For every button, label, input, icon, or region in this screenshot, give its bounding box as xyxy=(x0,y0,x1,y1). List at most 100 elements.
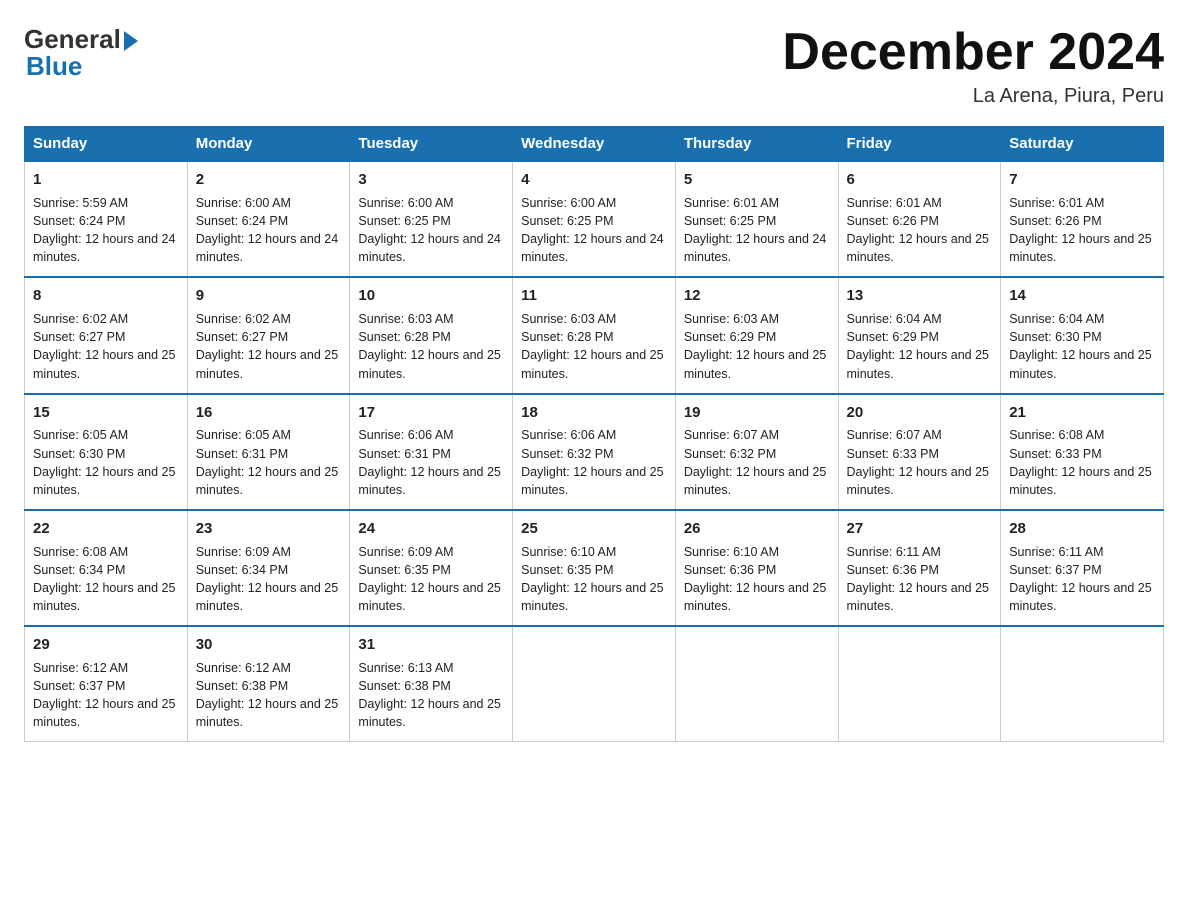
day-info: Sunrise: 6:10 AMSunset: 6:36 PMDaylight:… xyxy=(684,545,826,613)
day-info: Sunrise: 6:12 AMSunset: 6:38 PMDaylight:… xyxy=(196,661,338,729)
table-row: 18 Sunrise: 6:06 AMSunset: 6:32 PMDaylig… xyxy=(513,394,676,510)
table-row: 22 Sunrise: 6:08 AMSunset: 6:34 PMDaylig… xyxy=(25,510,188,626)
day-info: Sunrise: 6:04 AMSunset: 6:29 PMDaylight:… xyxy=(847,312,989,380)
table-row: 28 Sunrise: 6:11 AMSunset: 6:37 PMDaylig… xyxy=(1001,510,1164,626)
day-info: Sunrise: 6:03 AMSunset: 6:29 PMDaylight:… xyxy=(684,312,826,380)
day-number: 18 xyxy=(521,402,667,424)
table-row xyxy=(675,626,838,742)
calendar-week-row: 29 Sunrise: 6:12 AMSunset: 6:37 PMDaylig… xyxy=(25,626,1164,742)
table-row: 27 Sunrise: 6:11 AMSunset: 6:36 PMDaylig… xyxy=(838,510,1001,626)
day-number: 14 xyxy=(1009,285,1155,307)
table-row: 21 Sunrise: 6:08 AMSunset: 6:33 PMDaylig… xyxy=(1001,394,1164,510)
day-number: 3 xyxy=(358,169,504,191)
table-row: 16 Sunrise: 6:05 AMSunset: 6:31 PMDaylig… xyxy=(187,394,350,510)
day-info: Sunrise: 6:09 AMSunset: 6:34 PMDaylight:… xyxy=(196,545,338,613)
day-info: Sunrise: 6:00 AMSunset: 6:24 PMDaylight:… xyxy=(196,196,338,264)
table-row: 3 Sunrise: 6:00 AMSunset: 6:25 PMDayligh… xyxy=(350,161,513,277)
day-info: Sunrise: 6:01 AMSunset: 6:26 PMDaylight:… xyxy=(847,196,989,264)
header-saturday: Saturday xyxy=(1001,127,1164,162)
day-info: Sunrise: 6:11 AMSunset: 6:37 PMDaylight:… xyxy=(1009,545,1151,613)
day-info: Sunrise: 6:08 AMSunset: 6:33 PMDaylight:… xyxy=(1009,428,1151,496)
day-number: 16 xyxy=(196,402,342,424)
day-number: 7 xyxy=(1009,169,1155,191)
day-number: 30 xyxy=(196,634,342,656)
day-info: Sunrise: 6:06 AMSunset: 6:32 PMDaylight:… xyxy=(521,428,663,496)
day-number: 1 xyxy=(33,169,179,191)
day-info: Sunrise: 6:03 AMSunset: 6:28 PMDaylight:… xyxy=(358,312,500,380)
day-number: 27 xyxy=(847,518,993,540)
day-info: Sunrise: 6:02 AMSunset: 6:27 PMDaylight:… xyxy=(196,312,338,380)
table-row: 26 Sunrise: 6:10 AMSunset: 6:36 PMDaylig… xyxy=(675,510,838,626)
day-info: Sunrise: 6:10 AMSunset: 6:35 PMDaylight:… xyxy=(521,545,663,613)
day-number: 28 xyxy=(1009,518,1155,540)
day-number: 8 xyxy=(33,285,179,307)
table-row xyxy=(513,626,676,742)
day-info: Sunrise: 6:05 AMSunset: 6:31 PMDaylight:… xyxy=(196,428,338,496)
table-row: 17 Sunrise: 6:06 AMSunset: 6:31 PMDaylig… xyxy=(350,394,513,510)
table-row: 4 Sunrise: 6:00 AMSunset: 6:25 PMDayligh… xyxy=(513,161,676,277)
day-number: 31 xyxy=(358,634,504,656)
header-friday: Friday xyxy=(838,127,1001,162)
day-info: Sunrise: 6:04 AMSunset: 6:30 PMDaylight:… xyxy=(1009,312,1151,380)
day-info: Sunrise: 5:59 AMSunset: 6:24 PMDaylight:… xyxy=(33,196,175,264)
day-number: 10 xyxy=(358,285,504,307)
calendar-table: Sunday Monday Tuesday Wednesday Thursday… xyxy=(24,126,1164,742)
table-row: 13 Sunrise: 6:04 AMSunset: 6:29 PMDaylig… xyxy=(838,277,1001,393)
day-number: 19 xyxy=(684,402,830,424)
day-info: Sunrise: 6:12 AMSunset: 6:37 PMDaylight:… xyxy=(33,661,175,729)
calendar-week-row: 8 Sunrise: 6:02 AMSunset: 6:27 PMDayligh… xyxy=(25,277,1164,393)
calendar-week-row: 22 Sunrise: 6:08 AMSunset: 6:34 PMDaylig… xyxy=(25,510,1164,626)
table-row: 24 Sunrise: 6:09 AMSunset: 6:35 PMDaylig… xyxy=(350,510,513,626)
day-number: 13 xyxy=(847,285,993,307)
table-row: 10 Sunrise: 6:03 AMSunset: 6:28 PMDaylig… xyxy=(350,277,513,393)
table-row: 15 Sunrise: 6:05 AMSunset: 6:30 PMDaylig… xyxy=(25,394,188,510)
day-info: Sunrise: 6:05 AMSunset: 6:30 PMDaylight:… xyxy=(33,428,175,496)
table-row: 23 Sunrise: 6:09 AMSunset: 6:34 PMDaylig… xyxy=(187,510,350,626)
day-info: Sunrise: 6:01 AMSunset: 6:26 PMDaylight:… xyxy=(1009,196,1151,264)
day-info: Sunrise: 6:13 AMSunset: 6:38 PMDaylight:… xyxy=(358,661,500,729)
header-monday: Monday xyxy=(187,127,350,162)
table-row: 5 Sunrise: 6:01 AMSunset: 6:25 PMDayligh… xyxy=(675,161,838,277)
day-info: Sunrise: 6:02 AMSunset: 6:27 PMDaylight:… xyxy=(33,312,175,380)
month-year-title: December 2024 xyxy=(782,24,1164,81)
table-row: 30 Sunrise: 6:12 AMSunset: 6:38 PMDaylig… xyxy=(187,626,350,742)
calendar-week-row: 15 Sunrise: 6:05 AMSunset: 6:30 PMDaylig… xyxy=(25,394,1164,510)
table-row xyxy=(838,626,1001,742)
day-info: Sunrise: 6:09 AMSunset: 6:35 PMDaylight:… xyxy=(358,545,500,613)
table-row: 19 Sunrise: 6:07 AMSunset: 6:32 PMDaylig… xyxy=(675,394,838,510)
day-number: 25 xyxy=(521,518,667,540)
header-sunday: Sunday xyxy=(25,127,188,162)
day-number: 11 xyxy=(521,285,667,307)
table-row: 25 Sunrise: 6:10 AMSunset: 6:35 PMDaylig… xyxy=(513,510,676,626)
table-row: 7 Sunrise: 6:01 AMSunset: 6:26 PMDayligh… xyxy=(1001,161,1164,277)
day-info: Sunrise: 6:06 AMSunset: 6:31 PMDaylight:… xyxy=(358,428,500,496)
table-row: 29 Sunrise: 6:12 AMSunset: 6:37 PMDaylig… xyxy=(25,626,188,742)
day-info: Sunrise: 6:03 AMSunset: 6:28 PMDaylight:… xyxy=(521,312,663,380)
title-block: December 2024 La Arena, Piura, Peru xyxy=(782,24,1164,108)
logo-arrow-icon xyxy=(124,31,138,51)
table-row: 1 Sunrise: 5:59 AMSunset: 6:24 PMDayligh… xyxy=(25,161,188,277)
day-number: 2 xyxy=(196,169,342,191)
calendar-header-row: Sunday Monday Tuesday Wednesday Thursday… xyxy=(25,127,1164,162)
location-subtitle: La Arena, Piura, Peru xyxy=(782,85,1164,108)
table-row: 31 Sunrise: 6:13 AMSunset: 6:38 PMDaylig… xyxy=(350,626,513,742)
header-wednesday: Wednesday xyxy=(513,127,676,162)
day-number: 4 xyxy=(521,169,667,191)
table-row: 6 Sunrise: 6:01 AMSunset: 6:26 PMDayligh… xyxy=(838,161,1001,277)
day-number: 21 xyxy=(1009,402,1155,424)
day-number: 5 xyxy=(684,169,830,191)
day-number: 6 xyxy=(847,169,993,191)
page-header: General Blue December 2024 La Arena, Piu… xyxy=(24,24,1164,108)
day-info: Sunrise: 6:00 AMSunset: 6:25 PMDaylight:… xyxy=(521,196,663,264)
table-row: 14 Sunrise: 6:04 AMSunset: 6:30 PMDaylig… xyxy=(1001,277,1164,393)
table-row: 2 Sunrise: 6:00 AMSunset: 6:24 PMDayligh… xyxy=(187,161,350,277)
table-row: 12 Sunrise: 6:03 AMSunset: 6:29 PMDaylig… xyxy=(675,277,838,393)
day-info: Sunrise: 6:08 AMSunset: 6:34 PMDaylight:… xyxy=(33,545,175,613)
day-info: Sunrise: 6:07 AMSunset: 6:33 PMDaylight:… xyxy=(847,428,989,496)
calendar-week-row: 1 Sunrise: 5:59 AMSunset: 6:24 PMDayligh… xyxy=(25,161,1164,277)
day-info: Sunrise: 6:01 AMSunset: 6:25 PMDaylight:… xyxy=(684,196,826,264)
day-number: 17 xyxy=(358,402,504,424)
table-row: 9 Sunrise: 6:02 AMSunset: 6:27 PMDayligh… xyxy=(187,277,350,393)
header-tuesday: Tuesday xyxy=(350,127,513,162)
table-row: 8 Sunrise: 6:02 AMSunset: 6:27 PMDayligh… xyxy=(25,277,188,393)
